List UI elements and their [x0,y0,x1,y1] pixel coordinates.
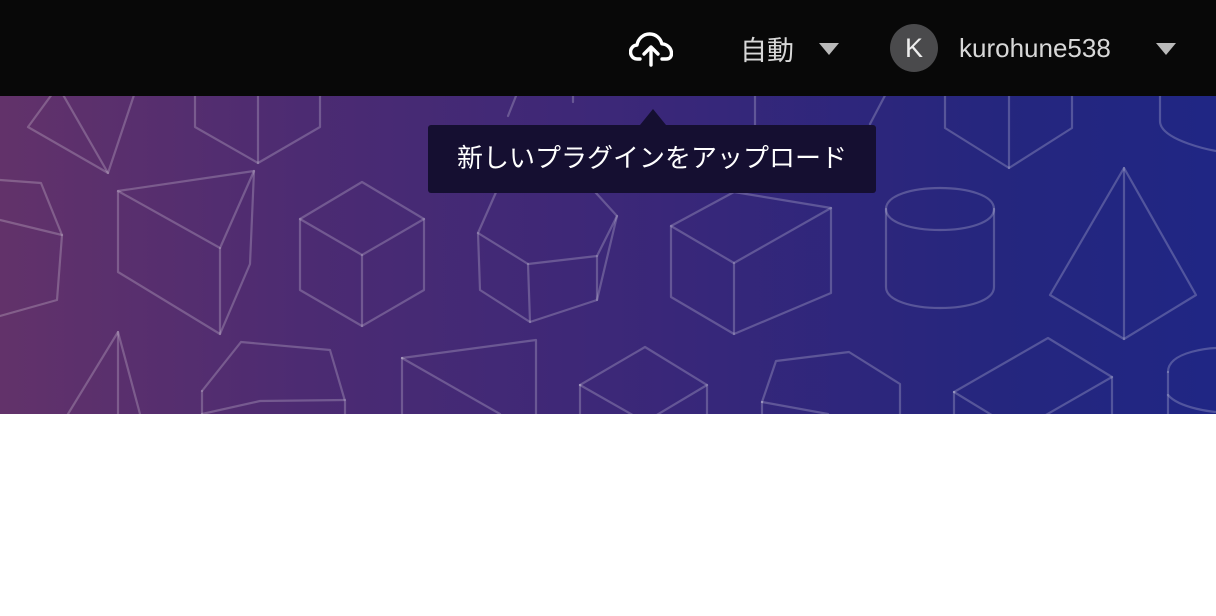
language-selected-label: 自動 [740,35,794,66]
main-content-area [0,414,1216,616]
avatar: K [890,24,938,72]
language-dropdown[interactable]: 自動 [738,24,842,72]
cloud-upload-icon [629,32,673,67]
username-label: kurohune538 [959,33,1111,63]
upload-plugin-tooltip: 新しいプラグインをアップロード [428,109,876,193]
top-navigation-bar: 自動 K kurohune538 [0,0,1216,96]
chevron-down-icon [819,43,839,55]
tooltip-arrow [640,109,666,125]
upload-plugin-button[interactable] [628,26,674,72]
tooltip-text: 新しいプラグインをアップロード [428,125,876,193]
user-menu-dropdown[interactable]: K kurohune538 [890,24,1182,72]
chevron-down-icon [1156,43,1176,55]
